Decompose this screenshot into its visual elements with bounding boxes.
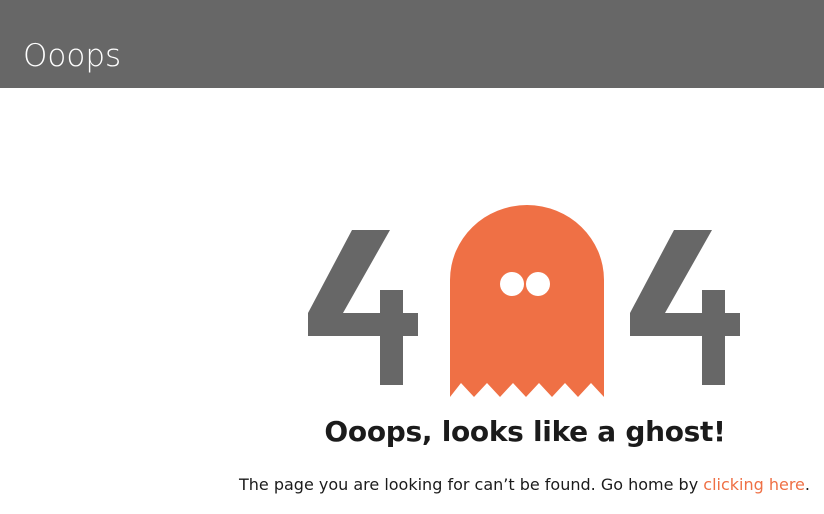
error-message-text: The page you are looking for can’t be fo… — [238, 475, 704, 494]
digit-four-right — [630, 230, 740, 385]
error-message: The page you are looking for can’t be fo… — [200, 474, 810, 496]
ghost-left-eye — [500, 272, 524, 296]
error-message-period: . — [804, 475, 810, 494]
page-title: Ooops — [23, 38, 122, 74]
error-page: Ooops Ooops, looks like a ghost! The pag… — [0, 0, 824, 514]
error-404-svg — [308, 205, 740, 397]
ghost-right-eye — [526, 272, 550, 296]
ghost-icon — [450, 205, 604, 397]
digit-four-left — [308, 230, 418, 385]
header-bar: Ooops — [0, 0, 824, 88]
home-link[interactable]: clicking here — [703, 475, 805, 494]
error-404-graphic — [298, 200, 758, 400]
error-headline: Ooops, looks like a ghost! — [324, 415, 726, 448]
